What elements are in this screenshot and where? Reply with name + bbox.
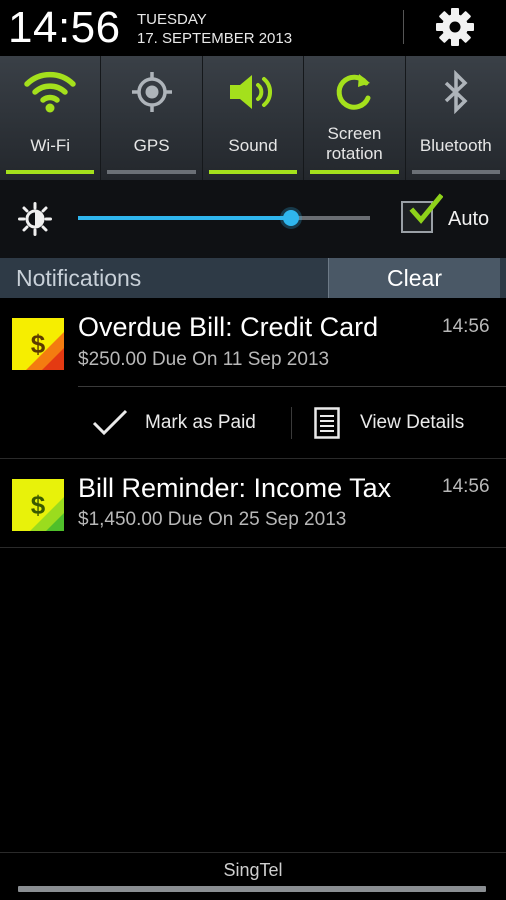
brightness-slider-thumb[interactable] bbox=[283, 210, 299, 226]
notification-title: Bill Reminder: Income Tax bbox=[78, 473, 392, 503]
date-display: TUESDAY 17. SEPTEMBER 2013 bbox=[137, 10, 292, 48]
notifications-title: Notifications bbox=[16, 265, 142, 291]
check-icon bbox=[92, 409, 128, 436]
toggle-label-line1: Screen bbox=[327, 124, 382, 143]
dollar-icon: $ bbox=[12, 479, 64, 531]
status-header: 14:56 TUESDAY 17. SEPTEMBER 2013 bbox=[0, 0, 506, 56]
view-details-button[interactable]: View Details bbox=[314, 398, 464, 448]
toggle-bluetooth[interactable]: Bluetooth bbox=[405, 56, 506, 180]
date-label: 17. SEPTEMBER 2013 bbox=[137, 30, 293, 47]
toggle-label: GPS bbox=[133, 136, 170, 155]
action-separator bbox=[78, 386, 506, 387]
day-label: TUESDAY bbox=[137, 11, 207, 28]
footer-divider bbox=[0, 852, 506, 853]
toggle-indicator bbox=[107, 170, 196, 174]
action-label: Mark as Paid bbox=[145, 412, 256, 433]
sound-icon bbox=[227, 68, 279, 116]
gps-icon bbox=[126, 68, 178, 116]
dollar-icon: $ bbox=[12, 318, 64, 370]
toggle-label-line2: rotation bbox=[326, 144, 383, 163]
brightness-slider[interactable] bbox=[78, 210, 370, 226]
notification-item[interactable]: $ Overdue Bill: Credit Card 14:56 $250.0… bbox=[0, 298, 506, 458]
wifi-icon bbox=[24, 68, 76, 116]
toggle-indicator bbox=[411, 170, 501, 174]
notification-time: 14:56 bbox=[442, 476, 490, 497]
notification-title: Overdue Bill: Credit Card bbox=[78, 312, 379, 342]
toggle-sound[interactable]: Sound bbox=[202, 56, 305, 180]
quick-settings-toggles: Wi-Fi GPS Sound Screen rotation Bluetoot… bbox=[0, 56, 506, 180]
document-icon bbox=[314, 407, 340, 439]
brightness-icon bbox=[18, 202, 52, 236]
notification-time: 14:56 bbox=[442, 316, 490, 337]
check-icon bbox=[409, 193, 443, 224]
toggle-label: Bluetooth bbox=[419, 136, 492, 155]
notification-divider bbox=[0, 547, 506, 548]
drag-handle[interactable] bbox=[18, 886, 486, 892]
toggle-label: Screen rotation bbox=[304, 124, 404, 164]
notification-item[interactable]: $ Bill Reminder: Income Tax 14:56 $1,450… bbox=[0, 459, 506, 547]
notification-subtitle: $1,450.00 Due On 25 Sep 2013 bbox=[78, 509, 347, 530]
auto-brightness-label: Auto bbox=[448, 208, 490, 230]
toggle-screen-rotation[interactable]: Screen rotation bbox=[304, 56, 406, 180]
carrier-label: SingTel bbox=[223, 860, 283, 880]
clock: 14:56 bbox=[8, 3, 121, 52]
toggle-wifi[interactable]: Wi-Fi bbox=[0, 56, 102, 180]
toggle-indicator bbox=[208, 170, 298, 174]
toggle-label: Sound bbox=[228, 136, 278, 155]
action-label: View Details bbox=[360, 412, 465, 433]
toggle-indicator bbox=[310, 170, 399, 174]
gear-icon[interactable] bbox=[434, 6, 476, 48]
toggle-gps[interactable]: GPS bbox=[101, 56, 203, 180]
auto-brightness-checkbox[interactable] bbox=[401, 193, 443, 233]
toggle-indicator bbox=[6, 170, 95, 174]
bluetooth-icon bbox=[430, 68, 482, 116]
action-divider bbox=[291, 407, 292, 439]
mark-as-paid-button[interactable]: Mark as Paid bbox=[92, 398, 256, 448]
toggle-label: Wi-Fi bbox=[30, 136, 71, 155]
svg-text:$: $ bbox=[31, 329, 46, 359]
header-divider bbox=[403, 10, 404, 44]
rotation-icon bbox=[328, 68, 380, 116]
notification-subtitle: $250.00 Due On 11 Sep 2013 bbox=[78, 349, 330, 370]
svg-text:$: $ bbox=[31, 490, 46, 520]
brightness-slider-fill bbox=[78, 216, 291, 220]
clear-button[interactable]: Clear bbox=[328, 258, 500, 298]
